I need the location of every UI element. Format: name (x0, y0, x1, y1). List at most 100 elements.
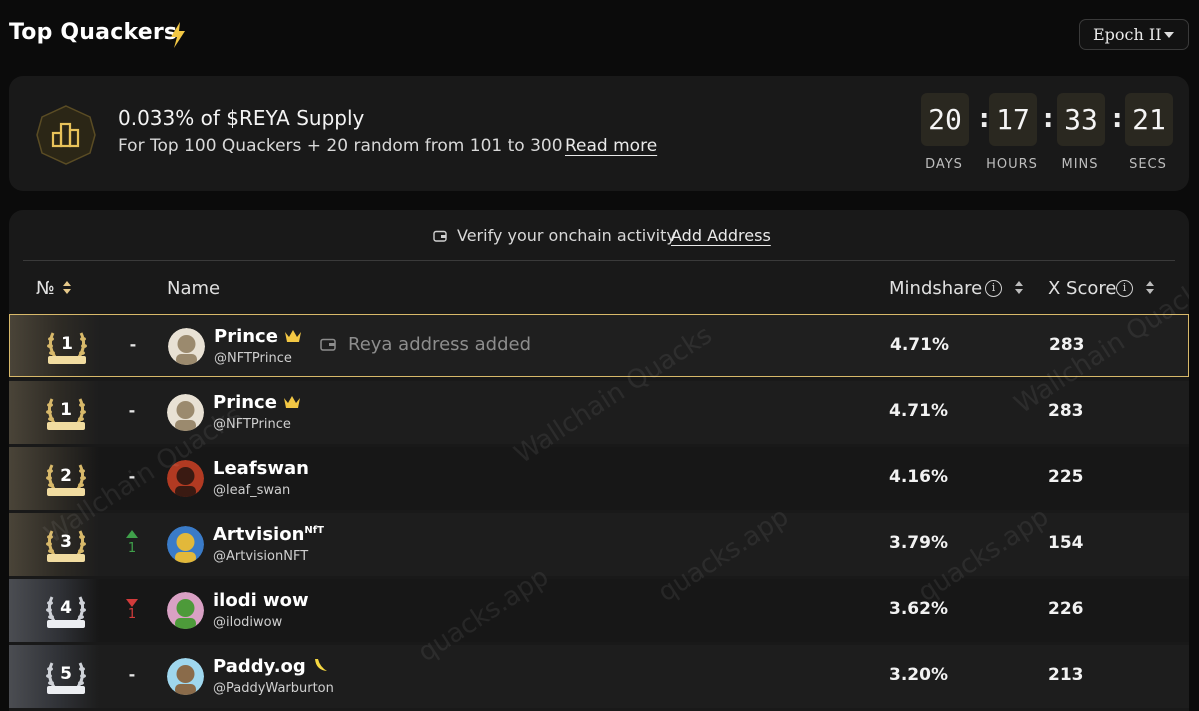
rank-number: 2 (60, 466, 72, 486)
crown-icon (284, 327, 302, 348)
trophy-avatar[interactable] (167, 526, 204, 563)
xscore-value: 213 (1048, 665, 1084, 685)
user-name[interactable]: ilodi wow (213, 590, 309, 611)
portrait-avatar[interactable] (167, 460, 204, 497)
mindshare-value: 4.71% (889, 401, 948, 421)
crown-icon (283, 393, 301, 414)
reya-address-status: Reya address added (320, 334, 531, 355)
rank-cell: 5 (9, 645, 99, 708)
countdown-separator: : (1043, 104, 1054, 134)
user-handle[interactable]: @NFTPrince (214, 351, 292, 366)
rank-number: 1 (61, 334, 73, 354)
sort-icon[interactable] (1015, 280, 1025, 296)
countdown-separator: : (1112, 104, 1123, 134)
ape-avatar[interactable] (168, 328, 205, 365)
rank-change: - (128, 665, 136, 684)
mindshare-value: 4.16% (889, 467, 948, 487)
epoch-select[interactable]: Epoch II (1079, 19, 1189, 50)
countdown-mins-label: MINS (1061, 157, 1099, 172)
laurel-badge-icon: 5 (42, 657, 90, 697)
rank-number: 3 (60, 532, 72, 552)
countdown-days-label: DAYS (925, 157, 963, 172)
table-row[interactable]: 5 - Paddy.og @PaddyWarburton 3.20% 213 (9, 645, 1189, 708)
reya-address-status-text: Reya address added (348, 334, 531, 355)
column-header-xscore[interactable]: X Score (1048, 278, 1116, 299)
user-name[interactable]: Prince (213, 392, 301, 414)
info-icon[interactable]: i (985, 280, 1002, 297)
table-row[interactable]: 2 - Leafswan @leaf_swan 4.16% 225 (9, 447, 1189, 510)
column-header-mindshare[interactable]: Mindshare (889, 278, 982, 299)
ape-blue-avatar[interactable] (167, 658, 204, 695)
wallet-icon (320, 338, 336, 351)
table-row[interactable]: 3 1 ArtvisionNfT @ArtvisionNFT 3.79% 154 (9, 513, 1189, 576)
user-name[interactable]: Leafswan (213, 458, 309, 479)
xscore-value: 154 (1048, 533, 1084, 553)
rank-change: - (128, 401, 136, 420)
table-row[interactable]: 4 1 ilodi wow @ilodiwow 3.62% 226 (9, 579, 1189, 642)
countdown-hours: 17 (989, 93, 1037, 146)
sort-icon[interactable] (63, 280, 73, 296)
table-header: № Name Mindshare i X Score i (9, 261, 1189, 313)
user-name[interactable]: ArtvisionNfT (213, 524, 324, 545)
user-handle[interactable]: @leaf_swan (213, 483, 290, 498)
verify-bar: Verify your onchain activity Add Address (9, 210, 1189, 260)
rank-cell: 1 (10, 315, 100, 376)
reward-card: 0.033% of $REYA Supply For Top 100 Quack… (9, 76, 1189, 191)
top-bar: Top Quackers Epoch II (0, 0, 1199, 70)
xscore-value: 283 (1049, 335, 1085, 355)
rank-cell: 2 (9, 447, 99, 510)
verify-text: Verify your onchain activity (457, 226, 676, 245)
countdown-hours-label: HOURS (986, 157, 1038, 172)
epoch-select-label: Epoch II (1093, 25, 1162, 44)
rank-cell: 4 (9, 579, 99, 642)
rank-change-value: 1 (127, 541, 137, 556)
page-title: Top Quackers (9, 20, 178, 45)
user-handle[interactable]: @NFTPrince (213, 417, 291, 432)
table-row[interactable]: 1 - Prince @NFTPrince 4.71% 283 (9, 381, 1189, 444)
mindshare-value: 3.62% (889, 599, 948, 619)
info-icon[interactable]: i (1116, 280, 1133, 297)
user-name-text: Prince (213, 392, 277, 413)
rank-number: 4 (60, 598, 72, 618)
laurel-badge-icon: 2 (42, 459, 90, 499)
xscore-value: 283 (1048, 401, 1084, 421)
column-header-rank[interactable]: № (36, 278, 55, 299)
rank-change: - (129, 335, 137, 354)
countdown-secs-label: SECS (1129, 157, 1167, 172)
reward-title: 0.033% of $REYA Supply (118, 106, 365, 130)
add-address-link[interactable]: Add Address (671, 226, 771, 245)
user-name[interactable]: Prince (214, 326, 302, 348)
user-name[interactable]: Paddy.og (213, 656, 330, 678)
mindshare-value: 4.71% (890, 335, 949, 355)
sort-icon[interactable] (1146, 280, 1156, 296)
rank-change-value: 1 (127, 607, 137, 622)
rank-cell: 3 (9, 513, 99, 576)
pink-avatar[interactable] (167, 592, 204, 629)
user-name-superscript: NfT (304, 525, 324, 536)
countdown-mins: 33 (1057, 93, 1105, 146)
banana-icon (312, 657, 330, 678)
current-user-row[interactable]: 1 - Prince @NFTPrince Reya address added 4.71… (9, 314, 1189, 377)
user-handle[interactable]: @ArtvisionNFT (213, 549, 308, 564)
column-header-rank-label: № (36, 278, 55, 299)
rank-number: 5 (60, 664, 72, 684)
laurel-badge-icon: 4 (42, 591, 90, 631)
user-handle[interactable]: @ilodiwow (213, 615, 282, 630)
countdown-secs: 21 (1125, 93, 1173, 146)
arrow-down-icon (126, 599, 138, 607)
arrow-up-icon (126, 530, 138, 538)
reward-subtitle: For Top 100 Quackers + 20 random from 10… (118, 136, 563, 156)
laurel-badge-icon: 1 (43, 327, 91, 367)
laurel-badge-icon: 3 (42, 525, 90, 565)
leaderboard-podium-icon (36, 105, 96, 165)
user-name-text: Prince (214, 326, 278, 347)
rank-change: 1 (122, 579, 142, 642)
mindshare-value: 3.20% (889, 665, 948, 685)
ape-avatar[interactable] (167, 394, 204, 431)
user-name-text: ilodi wow (213, 590, 309, 611)
user-handle[interactable]: @PaddyWarburton (213, 681, 334, 696)
mindshare-value: 3.79% (889, 533, 948, 553)
read-more-link[interactable]: Read more (565, 136, 657, 156)
laurel-badge-icon: 1 (42, 393, 90, 433)
countdown-days: 20 (921, 93, 969, 146)
